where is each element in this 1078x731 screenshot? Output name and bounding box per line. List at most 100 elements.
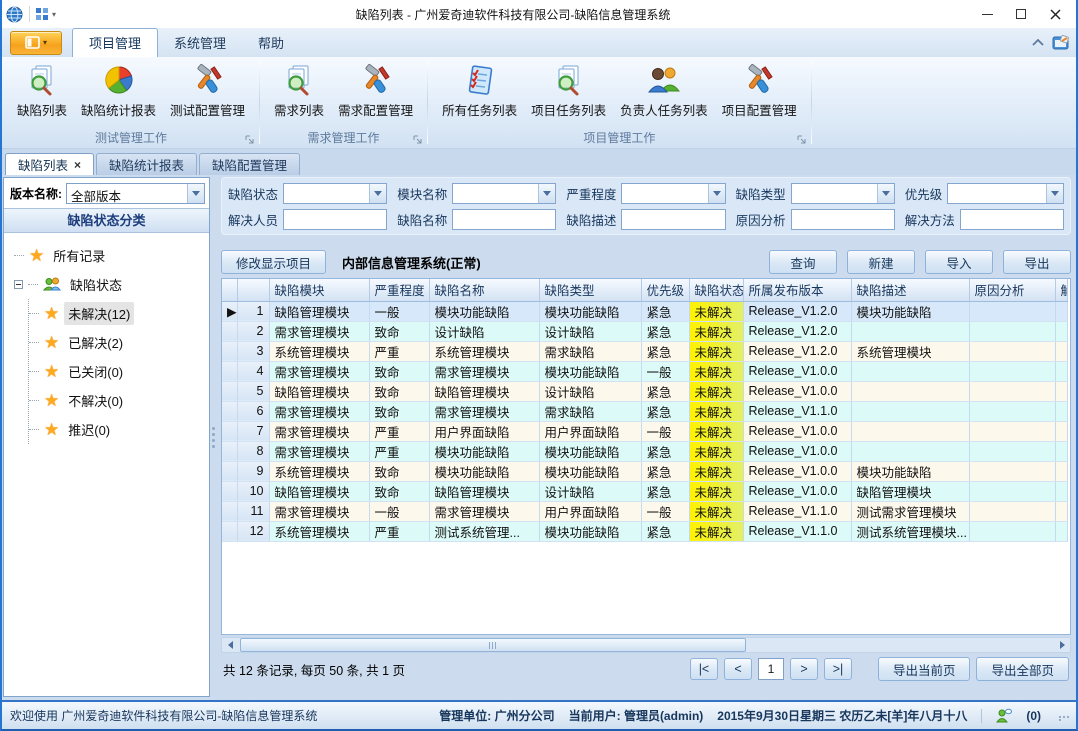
tab-close-icon[interactable]: ×	[74, 159, 81, 171]
next-page-button[interactable]: >	[790, 658, 818, 680]
panel-splitter[interactable]	[210, 175, 217, 700]
table-row[interactable]: 12系统管理模块严重测试系统管理...模块功能缺陷紧急未解决Release_V1…	[222, 521, 1067, 541]
page-number-input[interactable]: 1	[758, 658, 784, 680]
collapse-ribbon-icon[interactable]	[1032, 39, 1044, 47]
table-row[interactable]: ▶1缺陷管理模块一般模块功能缺陷模块功能缺陷紧急未解决Release_V1.2.…	[222, 301, 1067, 321]
dialog-launcher-icon[interactable]	[797, 135, 806, 144]
tree-item-wont-fix[interactable]: ★不解决(0)	[29, 386, 205, 415]
maximize-button[interactable]	[1004, 2, 1038, 26]
doc-tab-defect-report[interactable]: 缺陷统计报表	[96, 153, 197, 175]
tools-icon	[742, 63, 776, 97]
application-menu-button[interactable]: ▾	[10, 31, 62, 55]
import-button[interactable]: 导入	[925, 250, 993, 274]
table-cell: 模块功能缺陷	[539, 521, 641, 541]
table-row[interactable]: 3系统管理模块严重系统管理模块需求缺陷紧急未解决Release_V1.2.0系统…	[222, 341, 1067, 361]
close-button[interactable]	[1038, 2, 1072, 26]
ribbon-button-all-tasks[interactable]: 所有任务列表	[435, 60, 524, 121]
combobox-arrow-icon[interactable]	[877, 184, 894, 203]
modify-columns-button[interactable]: 修改显示项目	[221, 250, 326, 274]
filter-text-defect-desc[interactable]	[621, 209, 725, 230]
tree-item-all-records[interactable]: ★所有记录	[14, 241, 205, 270]
dialog-launcher-icon[interactable]	[413, 135, 422, 144]
table-row[interactable]: 5缺陷管理模块致命缺陷管理模块设计缺陷紧急未解决Release_V1.0.0	[222, 381, 1067, 401]
scroll-left-icon[interactable]	[222, 638, 238, 652]
table-row[interactable]: 2需求管理模块致命设计缺陷设计缺陷紧急未解决Release_V1.2.0	[222, 321, 1067, 341]
ribbon-button-label: 需求列表	[274, 100, 324, 119]
column-header[interactable]: 严重程度	[369, 279, 429, 301]
column-header[interactable]: 缺陷描述	[851, 279, 969, 301]
export-button[interactable]: 导出	[1003, 250, 1071, 274]
tree-item-closed[interactable]: ★已关闭(0)	[29, 357, 205, 386]
column-header[interactable]: 所属发布版本	[743, 279, 851, 301]
tree-connector	[29, 429, 39, 430]
filter-combo-defect-type[interactable]	[791, 183, 895, 204]
table-row[interactable]: 6需求管理模块致命需求管理模块需求缺陷紧急未解决Release_V1.1.0	[222, 401, 1067, 421]
filter-combo-severity[interactable]	[621, 183, 725, 204]
query-button[interactable]: 查询	[769, 250, 837, 274]
filter-combo-priority[interactable]	[947, 183, 1064, 204]
column-header[interactable]: 缺陷模块	[269, 279, 369, 301]
export-current-page-button[interactable]: 导出当前页	[878, 657, 971, 681]
filter-text-solution[interactable]	[960, 209, 1064, 230]
prev-page-button[interactable]: <	[724, 658, 752, 680]
ribbon-button-owner-tasks[interactable]: 负责人任务列表	[613, 60, 715, 121]
filter-text-resolver[interactable]	[283, 209, 387, 230]
filter-combo-defect-status[interactable]	[283, 183, 387, 204]
ribbon-button-test-config[interactable]: 测试配置管理	[163, 60, 252, 121]
tree-item-resolved[interactable]: ★已解决(2)	[29, 328, 205, 357]
combobox-arrow-icon[interactable]	[1046, 184, 1063, 203]
column-header[interactable]: 解决方法	[1055, 279, 1067, 301]
tree-item-defect-status[interactable]: 缺陷状态	[14, 270, 205, 299]
ribbon-button-defect-list[interactable]: 缺陷列表	[10, 60, 74, 121]
combobox-arrow-icon[interactable]	[369, 184, 386, 203]
column-header[interactable]: 原因分析	[969, 279, 1055, 301]
horizontal-scrollbar[interactable]	[221, 637, 1071, 653]
filter-text-cause-analysis[interactable]	[791, 209, 895, 230]
ribbon-tab-project-management[interactable]: 项目管理	[72, 28, 158, 57]
status-tree-header: 缺陷状态分类	[4, 209, 209, 233]
table-row[interactable]: 7需求管理模块严重用户界面缺陷用户界面缺陷一般未解决Release_V1.0.0	[222, 421, 1067, 441]
column-header[interactable]: 缺陷类型	[539, 279, 641, 301]
column-header[interactable]: 优先级	[641, 279, 689, 301]
table-cell: 设计缺陷	[539, 381, 641, 401]
scroll-right-icon[interactable]	[1054, 638, 1070, 652]
version-combobox[interactable]: 全部版本	[66, 183, 205, 204]
ribbon-tab-system-management[interactable]: 系统管理	[158, 29, 242, 57]
doc-tab-defect-config[interactable]: 缺陷配置管理	[199, 153, 300, 175]
table-row[interactable]: 10缺陷管理模块致命缺陷管理模块设计缺陷紧急未解决Release_V1.0.0缺…	[222, 481, 1067, 501]
combobox-arrow-icon[interactable]	[538, 184, 555, 203]
about-window-icon[interactable]	[1052, 35, 1070, 51]
filter-text-defect-name[interactable]	[452, 209, 556, 230]
column-header[interactable]: 缺陷状态	[689, 279, 743, 301]
dialog-launcher-icon[interactable]	[245, 135, 254, 144]
table-row[interactable]: 11需求管理模块一般需求管理模块用户界面缺陷一般未解决Release_V1.1.…	[222, 501, 1067, 521]
ribbon-button-project-config[interactable]: 项目配置管理	[715, 60, 804, 121]
doc-tab-defect-list[interactable]: 缺陷列表×	[5, 153, 94, 175]
version-combobox-arrow-icon[interactable]	[187, 184, 204, 203]
table-row[interactable]: 4需求管理模块致命需求管理模块模块功能缺陷一般未解决Release_V1.0.0	[222, 361, 1067, 381]
tree-item-unresolved[interactable]: ★未解决(12)	[29, 299, 205, 328]
tree-collapse-icon[interactable]	[14, 280, 23, 289]
ribbon-button-defect-report[interactable]: 缺陷统计报表	[74, 60, 163, 121]
combobox-arrow-icon[interactable]	[708, 184, 725, 203]
last-page-button[interactable]: >|	[824, 658, 852, 680]
table-cell: Release_V1.0.0	[743, 381, 851, 401]
first-page-button[interactable]: |<	[690, 658, 718, 680]
column-header[interactable]: 缺陷名称	[429, 279, 539, 301]
quick-access-icon[interactable]	[36, 8, 49, 21]
ribbon-button-project-tasks[interactable]: 项目任务列表	[524, 60, 613, 121]
ribbon-button-requirement-config[interactable]: 需求配置管理	[331, 60, 420, 121]
tree-item-postponed[interactable]: ★推迟(0)	[29, 415, 205, 444]
table-row[interactable]: 9系统管理模块致命模块功能缺陷模块功能缺陷紧急未解决Release_V1.0.0…	[222, 461, 1067, 481]
ribbon-button-requirement-list[interactable]: 需求列表	[267, 60, 331, 121]
export-all-pages-button[interactable]: 导出全部页	[976, 657, 1069, 681]
ribbon-body: 缺陷列表缺陷统计报表测试配置管理测试管理工作需求列表需求配置管理需求管理工作所有…	[2, 57, 1076, 149]
filter-combo-module-name[interactable]	[452, 183, 556, 204]
table-row[interactable]: 8需求管理模块严重模块功能缺陷模块功能缺陷紧急未解决Release_V1.0.0	[222, 441, 1067, 461]
online-users-icon[interactable]	[996, 708, 1012, 723]
ribbon-tab-help[interactable]: 帮助	[242, 29, 300, 57]
scrollbar-thumb[interactable]	[240, 638, 746, 652]
resize-grip-icon[interactable]	[1059, 716, 1070, 721]
new-button[interactable]: 新建	[847, 250, 915, 274]
minimize-button[interactable]	[970, 2, 1004, 26]
